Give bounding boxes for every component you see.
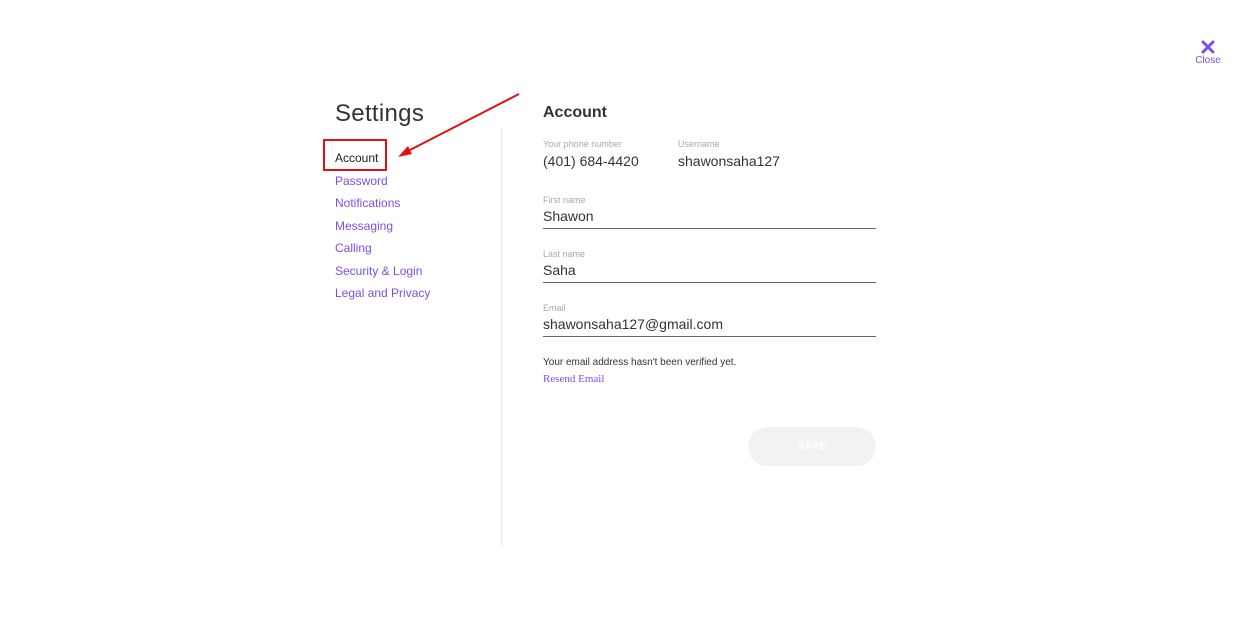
close-button[interactable]: Close [1193,40,1223,66]
save-button[interactable]: SAVE [748,427,876,466]
last-name-field[interactable]: Last name Saha [543,249,876,283]
username-info: Username shawonsaha127 [678,139,780,169]
nav-item-security-login[interactable]: Security & Login [335,263,430,286]
phone-info: Your phone number (401) 684-4420 [543,139,639,169]
resend-email-link[interactable]: Resend Email [543,373,604,385]
first-name-input[interactable]: Shawon [543,208,876,228]
email-field[interactable]: Email shawonsaha127@gmail.com [543,303,876,337]
account-title: Account [543,104,607,121]
username-label: Username [678,139,720,149]
phone-value: (401) 684-4420 [543,153,639,169]
close-label: Close [1195,55,1221,66]
nav-item-notifications[interactable]: Notifications [335,195,430,218]
nav-item-password[interactable]: Password [335,173,430,196]
username-value: shawonsaha127 [678,153,780,169]
first-name-field[interactable]: First name Shawon [543,195,876,229]
close-icon [1201,40,1215,54]
email-label: Email [543,303,566,313]
nav-item-messaging[interactable]: Messaging [335,218,430,241]
phone-label: Your phone number [543,139,622,149]
nav-item-legal-privacy[interactable]: Legal and Privacy [335,285,430,308]
last-name-input[interactable]: Saha [543,262,876,282]
first-name-label: First name [543,195,586,205]
last-name-label: Last name [543,249,586,259]
annotation-highlight-box [323,139,387,171]
nav-item-calling[interactable]: Calling [335,240,430,263]
settings-title: Settings [335,100,425,127]
email-input[interactable]: shawonsaha127@gmail.com [543,316,876,336]
settings-nav: Account Password Notifications Messaging… [335,150,430,308]
vertical-divider [501,128,502,546]
email-verification-note: Your email address hasn't been verified … [543,357,737,368]
